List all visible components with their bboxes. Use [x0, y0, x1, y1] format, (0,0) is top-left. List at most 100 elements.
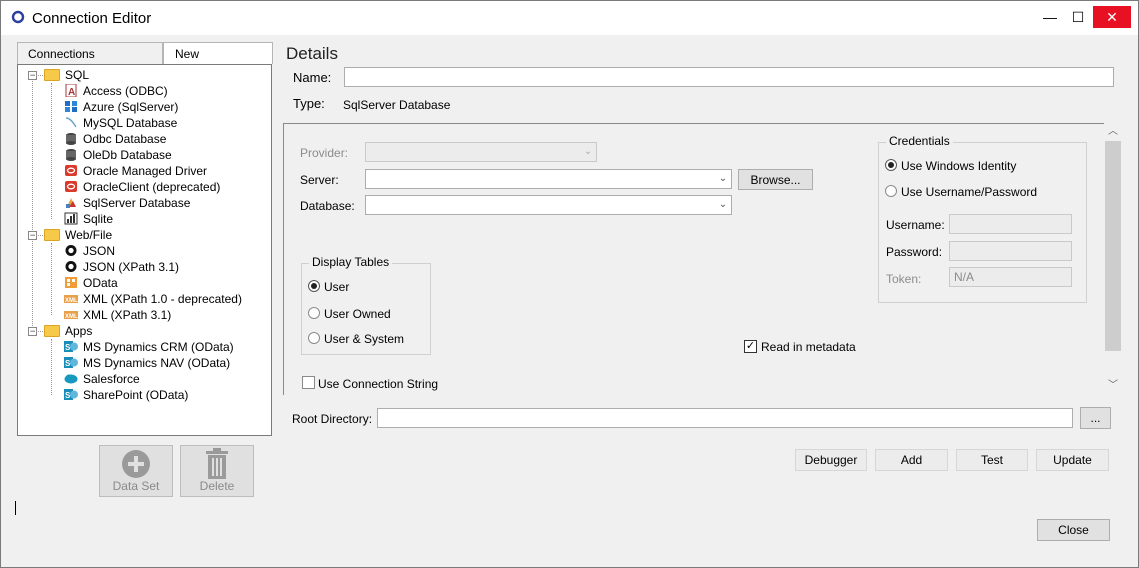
chevron-down-icon: ⌄ — [718, 173, 728, 184]
xml-icon: XML — [64, 295, 78, 304]
tree-item-sqlserver[interactable]: SqlServer Database — [64, 195, 190, 211]
tree-item-json[interactable]: JSON — [64, 243, 115, 259]
tree-item-mysql[interactable]: MySQL Database — [64, 115, 177, 131]
tree-item-label: OleDb Database — [83, 148, 172, 162]
tree-item-sqlite[interactable]: Sqlite — [64, 211, 113, 227]
radio-username-password[interactable] — [885, 185, 897, 197]
radio-username-password-label[interactable]: Use Username/Password — [901, 185, 1037, 199]
username-input[interactable] — [949, 214, 1072, 234]
scroll-down-icon[interactable]: ﹀ — [1104, 378, 1122, 394]
radio-user-owned[interactable] — [308, 307, 320, 319]
add-button[interactable]: Add — [875, 449, 948, 471]
test-button[interactable]: Test — [956, 449, 1028, 471]
trash-icon — [206, 448, 228, 479]
tree-group-apps[interactable]: Apps — [44, 323, 92, 339]
tree-item-salesforce[interactable]: Salesforce — [64, 371, 140, 387]
xml-icon: XML — [64, 311, 78, 320]
radio-user-label[interactable]: User — [324, 280, 349, 294]
tree-group-label: Apps — [65, 324, 93, 338]
tree-item-dynamics-nav[interactable]: S MS Dynamics NAV (OData) — [64, 355, 230, 371]
close-button[interactable]: Close — [1037, 519, 1110, 541]
read-metadata-checkbox[interactable]: ✓ — [744, 340, 757, 353]
tree-item-xml-deprecated[interactable]: XML XML (XPath 1.0 - deprecated) — [64, 291, 242, 307]
tree-item-label: Sqlite — [83, 212, 114, 226]
name-input[interactable] — [344, 67, 1114, 87]
svg-text:S: S — [65, 391, 71, 400]
tree-item-label: SqlServer Database — [83, 196, 191, 210]
maximize-button[interactable]: ☐ — [1061, 3, 1095, 31]
root-directory-browse-button[interactable]: ... — [1080, 407, 1111, 429]
tab-new[interactable]: New — [163, 42, 273, 64]
browse-button[interactable]: Browse... — [738, 169, 813, 190]
tree-item-oledb[interactable]: OleDb Database — [64, 147, 172, 163]
oracle-icon — [65, 165, 77, 176]
root-directory-input[interactable] — [377, 408, 1073, 428]
connection-editor-window: Connection Editor — ☐ ✕ Connections New … — [0, 0, 1139, 568]
debugger-button[interactable]: Debugger — [795, 449, 867, 471]
json-icon — [65, 261, 77, 272]
chevron-down-icon: ⌄ — [718, 199, 728, 210]
tree-item-sharepoint[interactable]: S SharePoint (OData) — [64, 387, 188, 403]
tree-item-oracle-managed[interactable]: Oracle Managed Driver — [64, 163, 207, 179]
tree-item-label: JSON (XPath 3.1) — [83, 260, 180, 274]
tree-group-webfile[interactable]: Web/File — [44, 227, 112, 243]
svg-text:S: S — [65, 343, 71, 352]
display-tables-title: Display Tables — [309, 255, 393, 269]
svg-text:XML: XML — [65, 298, 78, 304]
tree-item-oracleclient[interactable]: OracleClient (deprecated) — [64, 179, 220, 195]
access-icon: A — [65, 84, 77, 97]
server-select[interactable]: ⌄ — [365, 169, 732, 189]
use-connection-string-label[interactable]: Use Connection String — [318, 377, 438, 391]
tree-item-label: MS Dynamics NAV (OData) — [83, 356, 231, 370]
radio-windows-identity[interactable] — [885, 159, 897, 171]
radio-user-system-label[interactable]: User & System — [324, 332, 404, 346]
svg-text:XML: XML — [65, 314, 78, 320]
scrollbar-thumb[interactable] — [1105, 141, 1121, 351]
tree-item-odata[interactable]: OData — [64, 275, 118, 291]
credentials-title: Credentials — [886, 134, 953, 148]
update-button[interactable]: Update — [1036, 449, 1109, 471]
tree-item-dynamics-crm[interactable]: S MS Dynamics CRM (OData) — [64, 339, 234, 355]
settings-scrollbar[interactable]: ︿ ﹀ — [1104, 123, 1122, 395]
tree-item-access[interactable]: A Access (ODBC) — [64, 83, 168, 99]
tree-item-odbc[interactable]: Odbc Database — [64, 131, 166, 147]
tree-item-azure[interactable]: Azure (SqlServer) — [64, 99, 178, 115]
provider-label: Provider: — [300, 146, 349, 160]
name-label: Name: — [293, 70, 332, 85]
connection-tree[interactable]: − SQL A Access (ODBC) Azure (SqlServer) M… — [17, 64, 272, 436]
tree-item-label: Access (ODBC) — [83, 84, 168, 98]
token-input[interactable]: N/A — [949, 267, 1072, 287]
radio-windows-identity-label[interactable]: Use Windows Identity — [901, 159, 1016, 173]
title-bar[interactable]: Connection Editor — ☐ ✕ — [1, 1, 1138, 35]
database-label: Database: — [300, 199, 355, 213]
odata-icon — [65, 277, 77, 288]
delete-button-label: Delete — [199, 479, 235, 493]
read-metadata-label[interactable]: Read in metadata — [761, 340, 856, 354]
delete-button[interactable]: Delete — [180, 445, 254, 497]
root-directory-label: Root Directory: — [292, 412, 373, 426]
dataset-button[interactable]: Data Set — [99, 445, 173, 497]
radio-user[interactable] — [308, 280, 320, 292]
radio-user-owned-label[interactable]: User Owned — [324, 307, 391, 321]
provider-select[interactable]: ⌄ — [365, 142, 597, 162]
tree-item-label: SharePoint (OData) — [83, 388, 189, 402]
tree-item-json-xpath[interactable]: JSON (XPath 3.1) — [64, 259, 179, 275]
salesforce-icon — [64, 374, 78, 384]
tree-group-sql[interactable]: SQL — [44, 67, 89, 83]
use-connection-string-checkbox[interactable] — [302, 376, 315, 389]
password-input[interactable] — [949, 241, 1072, 261]
app-icon — [11, 10, 25, 24]
database-icon — [66, 149, 76, 161]
folder-icon — [44, 325, 60, 337]
type-label: Type: — [293, 96, 325, 111]
close-window-button[interactable]: ✕ — [1093, 6, 1131, 28]
tree-item-xml-xpath[interactable]: XML XML (XPath 3.1) — [64, 307, 171, 323]
sqlserver-icon — [66, 198, 76, 208]
type-value: SqlServer Database — [343, 98, 451, 112]
tree-line — [33, 75, 43, 76]
radio-user-system[interactable] — [308, 332, 320, 344]
database-select[interactable]: ⌄ — [365, 195, 732, 215]
tab-connections[interactable]: Connections — [17, 42, 163, 64]
tree-item-label: Odbc Database — [83, 132, 167, 146]
scroll-up-icon[interactable]: ︿ — [1104, 124, 1122, 140]
